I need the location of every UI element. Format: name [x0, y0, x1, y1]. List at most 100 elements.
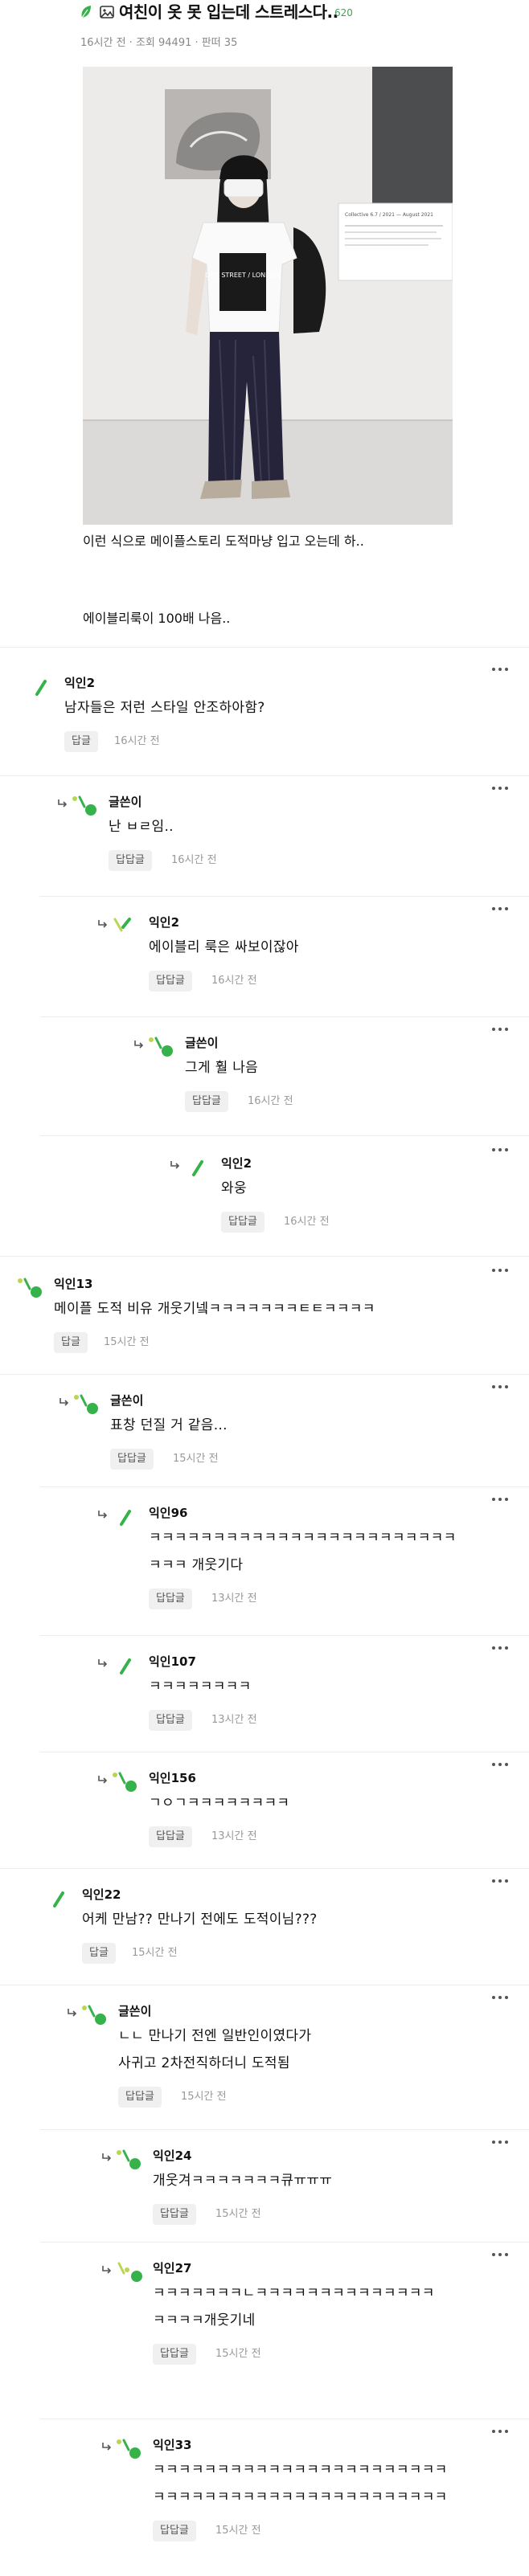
comment-text: ㅋㅋㅋㅋㅋㅋㅋㅋㅋㅋㅋㅋㅋㅋㅋㅋㅋㅋㅋㅋㅋㅋㅋㅋ: [149, 1530, 457, 1546]
shirt-text: DOT STREET / LONDON: [205, 272, 280, 279]
comment-text: 표창 던질 거 같음...: [110, 1417, 228, 1433]
reply-button[interactable]: 답글: [82, 1943, 116, 1964]
comment-divider: [40, 896, 529, 897]
comment-text: 메이플 도적 비유 개웃기넼ㅋㅋㅋㅋㅋㅋㅋㅌㅌㅋㅋㅋㅋ: [54, 1301, 375, 1317]
comment-text: 개웃겨ㅋㅋㅋㅋㅋㅋㅋ큐ㅠㅠㅠ: [153, 2173, 333, 2189]
more-options-icon[interactable]: [492, 1025, 511, 1033]
comment-author[interactable]: 익인107: [149, 1654, 196, 1670]
more-options-icon[interactable]: [492, 2427, 511, 2435]
comment-time: 13시간 전: [211, 1830, 257, 1842]
reply-arrow-icon: [102, 2153, 112, 2161]
anon-dots-icon: [117, 2149, 141, 2169]
reply-button[interactable]: 답답글: [153, 2344, 196, 2365]
comment-text: ㄴㄴ 만나기 전엔 일반인이였다가: [118, 2028, 312, 2044]
more-options-icon[interactable]: [492, 1266, 511, 1274]
reply-arrow-icon: [58, 799, 68, 808]
reply-arrow-icon: [98, 1511, 108, 1519]
reply-button[interactable]: 답답글: [149, 971, 192, 992]
more-options-icon[interactable]: [492, 1146, 511, 1154]
reply-arrow-icon: [59, 1398, 69, 1406]
reply-button[interactable]: 답답글: [149, 1710, 192, 1731]
comment-author[interactable]: 글쓴이: [185, 1035, 218, 1051]
comment-time: 15시간 전: [132, 1947, 178, 1959]
comment-divider: [40, 1016, 529, 1017]
comment-author[interactable]: 글쓴이: [109, 794, 141, 810]
reply-arrow-icon: [134, 1041, 144, 1049]
poster-text: Collective 6.7 / 2021 — August 2021: [345, 212, 433, 218]
comment-text: 에이블리 룩은 싸보이잖아: [149, 939, 299, 955]
comment-divider: [40, 2129, 529, 2130]
comment-author[interactable]: 익인13: [54, 1276, 92, 1292]
more-options-icon[interactable]: [492, 905, 511, 913]
more-options-icon[interactable]: [492, 1495, 511, 1503]
reply-button[interactable]: 답답글: [185, 1091, 228, 1112]
comment-author[interactable]: 글쓴이: [118, 2003, 151, 2019]
anon-dots-icon: [74, 1394, 98, 1414]
more-options-icon[interactable]: [492, 1877, 511, 1885]
more-options-icon[interactable]: [492, 1993, 511, 2002]
anon-dots-icon: [72, 795, 96, 816]
reply-button[interactable]: 답답글: [109, 850, 152, 871]
comment-author[interactable]: 익인2: [149, 914, 179, 930]
comment-author[interactable]: 익인22: [82, 1887, 121, 1903]
comment-author[interactable]: 익인2: [221, 1155, 252, 1171]
comment-text: ㄱㅇㄱㅋㅋㅋㅋㅋㅋㅋㅋ: [149, 1795, 290, 1811]
anon-dash-icon: [120, 1510, 131, 1526]
reply-button[interactable]: 답답글: [149, 1826, 192, 1847]
comment-author[interactable]: 익인156: [149, 1770, 196, 1786]
reply-button[interactable]: 답답글: [110, 1449, 154, 1470]
more-options-icon[interactable]: [492, 2251, 511, 2259]
comment-time: 15시간 전: [173, 1453, 219, 1465]
comment-divider: [0, 775, 529, 776]
reply-arrow-icon: [98, 1776, 108, 1784]
more-options-icon[interactable]: [492, 665, 511, 673]
comment-time: 15시간 전: [215, 2525, 261, 2537]
leaf-icon: [81, 6, 91, 18]
reply-button[interactable]: 답답글: [153, 2521, 196, 2541]
reply-button[interactable]: 답답글: [118, 2087, 162, 2108]
comment-text: ㅋㅋㅋㅋ개웃기네: [153, 2312, 256, 2329]
reply-arrow-icon: [170, 1161, 180, 1169]
comment-author[interactable]: 익인96: [149, 1505, 187, 1521]
comment-time: 15시간 전: [215, 2208, 261, 2220]
anon-dots-icon: [117, 2439, 141, 2459]
comment-divider: [0, 1868, 529, 1869]
comment-text: ㅋㅋㅋㅋㅋㅋㅋㅋㅋㅋㅋㅋㅋㅋㅋㅋㅋㅋㅋㅋㅋㅋㅋ: [153, 2489, 448, 2505]
more-options-icon[interactable]: [492, 1383, 511, 1391]
comment-author[interactable]: 익인27: [153, 2260, 191, 2276]
comment-text: 어케 만남?? 만나기 전에도 도적이님???: [82, 1912, 318, 1928]
comment-divider: [40, 1135, 529, 1136]
comment-text: ㅋㅋㅋ 개웃기다: [149, 1557, 244, 1573]
anon-dash-icon: [120, 1658, 131, 1674]
reply-button[interactable]: 답답글: [153, 2204, 196, 2225]
comment-time: 16시간 전: [284, 1216, 330, 1228]
post-photo: Collective 6.7 / 2021 — August 2021 DOT …: [83, 67, 453, 525]
comment-text: 난 ㅂㄹ임..: [109, 819, 174, 835]
anon-dash-icon: [192, 1160, 203, 1176]
reply-arrow-icon: [98, 1659, 108, 1667]
comment-time: 16시간 전: [248, 1095, 293, 1107]
comment-text: 그게 훨 나음: [185, 1060, 259, 1076]
reply-button[interactable]: 답답글: [149, 1589, 192, 1609]
comment-author[interactable]: 익인2: [64, 675, 95, 691]
more-options-icon[interactable]: [492, 2138, 511, 2146]
comment-count[interactable]: 620: [334, 6, 353, 19]
reply-arrow-icon: [68, 2009, 77, 2017]
comment-author[interactable]: 익인24: [153, 2148, 191, 2164]
reply-button[interactable]: 답글: [54, 1332, 88, 1353]
reply-button[interactable]: 답답글: [221, 1212, 264, 1233]
more-options-icon[interactable]: [492, 1760, 511, 1768]
comment-time: 16시간 전: [211, 975, 257, 987]
comment-time: 16시간 전: [171, 854, 217, 866]
image-icon: [100, 6, 114, 18]
more-options-icon[interactable]: [492, 784, 511, 792]
anon-dots-icon: [149, 1037, 173, 1057]
reply-button[interactable]: 답글: [64, 731, 98, 752]
comment-time: 15시간 전: [104, 1336, 150, 1348]
anon-dots-icon: [82, 2005, 106, 2025]
reply-arrow-icon: [102, 2266, 112, 2274]
more-options-icon[interactable]: [492, 1644, 511, 1652]
comment-author[interactable]: 익인33: [153, 2437, 191, 2453]
post-meta: 16시간 전 · 조회 94491 · 판떠 35: [80, 37, 238, 49]
comment-author[interactable]: 글쓴이: [110, 1392, 143, 1409]
